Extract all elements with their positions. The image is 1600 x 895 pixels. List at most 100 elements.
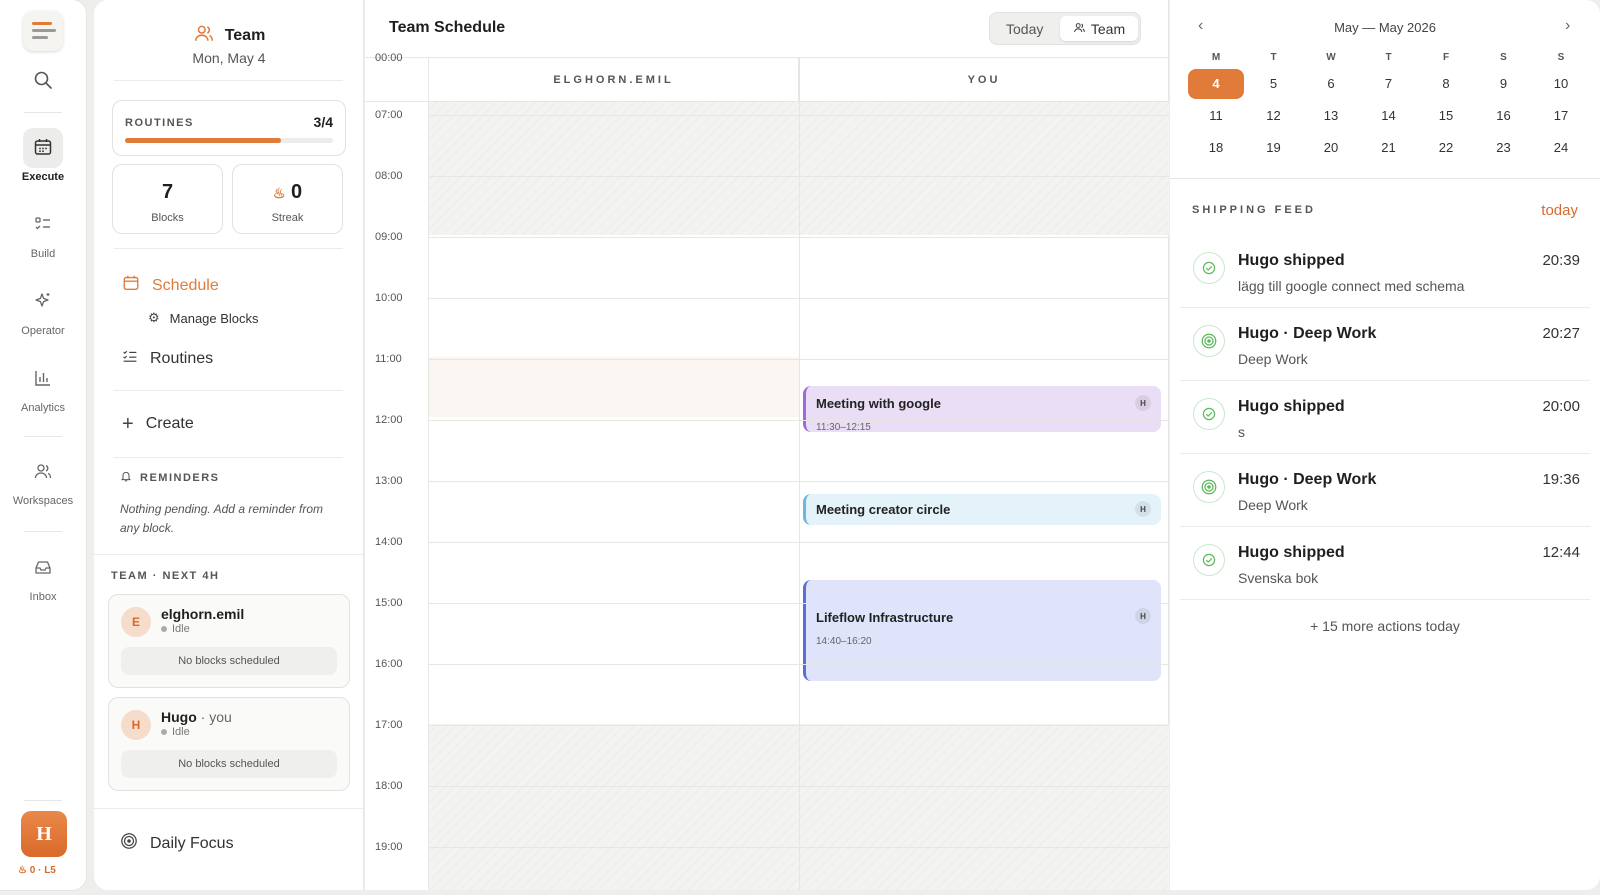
feed-subtitle: lägg till google connect med schema bbox=[1238, 278, 1465, 294]
blocks-card[interactable]: 7 Blocks bbox=[112, 164, 223, 234]
hour-label: 10:00 bbox=[375, 292, 403, 304]
feed-filter[interactable]: today bbox=[1541, 202, 1578, 219]
calendar-day[interactable]: 13 bbox=[1303, 101, 1359, 131]
user-avatar[interactable]: H bbox=[21, 811, 67, 857]
plus-icon: + bbox=[122, 413, 134, 435]
team-next-label: TEAM · NEXT 4H bbox=[111, 570, 220, 582]
routines-progress-fill bbox=[125, 138, 281, 143]
hour-label: 08:00 bbox=[375, 170, 403, 182]
calendar-day[interactable]: 18 bbox=[1188, 133, 1244, 163]
feed-item[interactable]: Hugo shipped Svenska bok 12:44 bbox=[1180, 528, 1590, 600]
feed-title: Hugo shipped bbox=[1238, 252, 1345, 269]
hour-line bbox=[429, 664, 1169, 665]
hour-line bbox=[429, 481, 1169, 482]
calendar-day[interactable]: 6 bbox=[1303, 69, 1359, 99]
feed-time: 20:39 bbox=[1542, 252, 1580, 269]
chevron-right-icon[interactable]: › bbox=[1565, 17, 1570, 35]
nav-schedule[interactable]: Schedule bbox=[122, 274, 219, 297]
member-status: Idle bbox=[161, 623, 190, 635]
nav-create-label: Create bbox=[145, 415, 194, 432]
event-title: Meeting with google bbox=[816, 396, 941, 411]
feed-more-link[interactable]: + 15 more actions today bbox=[1170, 618, 1600, 634]
nav-create[interactable]: + Create bbox=[122, 413, 194, 435]
rail-item-operator[interactable]: Operator bbox=[0, 282, 86, 337]
calendar-day[interactable]: 22 bbox=[1418, 133, 1474, 163]
weekday-label: T bbox=[1270, 52, 1277, 63]
calendar-day[interactable]: 4 bbox=[1188, 69, 1244, 99]
weekday-label: S bbox=[1557, 52, 1565, 63]
reminders-header: REMINDERS bbox=[120, 469, 220, 487]
feed-item[interactable]: Hugo shipped lägg till google connect med… bbox=[1180, 236, 1590, 308]
calendar-day[interactable]: 8 bbox=[1418, 69, 1474, 99]
hour-label: 17:00 bbox=[375, 719, 403, 731]
rail-item-analytics[interactable]: Analytics bbox=[0, 359, 86, 414]
event-block[interactable]: Meeting with google 11:30–12:15 H bbox=[803, 386, 1161, 433]
hour-label: 07:00 bbox=[375, 109, 403, 121]
routines-label: ROUTINES bbox=[125, 117, 194, 129]
search-icon[interactable] bbox=[33, 70, 53, 90]
rail-label: Build bbox=[30, 248, 56, 260]
flame-icon: ♨ bbox=[272, 185, 286, 201]
schedule-panel: Team Schedule Today Team 00:00 ELGHORN.E… bbox=[365, 0, 1169, 890]
calendar-day[interactable]: 10 bbox=[1533, 69, 1589, 99]
feed-title: Hugo shipped bbox=[1238, 398, 1345, 415]
hour-label: 09:00 bbox=[375, 231, 403, 243]
routines-card[interactable]: ROUTINES 3/4 bbox=[112, 100, 346, 156]
calendar-day[interactable]: 9 bbox=[1476, 69, 1532, 99]
member-name-text: Hugo bbox=[161, 709, 197, 725]
rail-item-build[interactable]: Build bbox=[0, 205, 86, 260]
rail-label: Operator bbox=[21, 325, 65, 337]
event-block[interactable]: Lifeflow Infrastructure 14:40–16:20 H bbox=[803, 580, 1161, 681]
team-member-card[interactable]: E elghorn.emil Idle No blocks scheduled bbox=[108, 594, 350, 688]
nav-manage-label: Manage Blocks bbox=[169, 310, 259, 326]
calendar-day[interactable]: 20 bbox=[1303, 133, 1359, 163]
team-icon bbox=[193, 22, 215, 49]
calendar-day[interactable]: 23 bbox=[1476, 133, 1532, 163]
time-gutter: 00:00 bbox=[365, 52, 429, 890]
user-status: ♨ 0 · L5 bbox=[18, 865, 56, 876]
hour-line bbox=[429, 847, 1169, 848]
member-blocks: No blocks scheduled bbox=[121, 750, 337, 778]
calendar-day[interactable]: 11 bbox=[1188, 101, 1244, 131]
streak-card[interactable]: ♨ 0 Streak bbox=[232, 164, 343, 234]
hour-line bbox=[429, 542, 1169, 543]
rail-item-execute[interactable]: Execute bbox=[0, 128, 86, 183]
calendar-day[interactable]: 12 bbox=[1246, 101, 1302, 131]
event-owner-badge: H bbox=[1135, 501, 1151, 517]
rail-item-workspaces[interactable]: Workspaces bbox=[0, 452, 86, 507]
column-header-you: YOU bbox=[967, 73, 1001, 86]
calendar-day[interactable]: 21 bbox=[1361, 133, 1417, 163]
nav-daily-focus[interactable]: Daily Focus bbox=[120, 832, 234, 855]
calendar-day[interactable]: 17 bbox=[1533, 101, 1589, 131]
hour-label: 18:00 bbox=[375, 780, 403, 792]
rail-label: Inbox bbox=[29, 591, 57, 603]
calendar-day[interactable]: 14 bbox=[1361, 101, 1417, 131]
calendar-day[interactable]: 5 bbox=[1246, 69, 1302, 99]
team-member-card[interactable]: H Hugo · you Idle No blocks scheduled bbox=[108, 697, 350, 791]
member-suffix: · you bbox=[196, 709, 232, 725]
hour-label: 13:00 bbox=[375, 475, 403, 487]
calendar-day[interactable]: 19 bbox=[1246, 133, 1302, 163]
nav-routines[interactable]: Routines bbox=[122, 348, 213, 369]
member-name-text: elghorn.emil bbox=[161, 606, 245, 622]
rail-item-inbox[interactable]: Inbox bbox=[0, 548, 86, 603]
calendar-day[interactable]: 15 bbox=[1418, 101, 1474, 131]
member-avatar: H bbox=[121, 710, 151, 740]
feed-item[interactable]: Hugo shipped s 20:00 bbox=[1180, 382, 1590, 454]
bar-chart-icon bbox=[33, 368, 53, 391]
app-logo[interactable] bbox=[23, 11, 63, 51]
calendar-day[interactable]: 7 bbox=[1361, 69, 1417, 99]
calendar-day[interactable]: 16 bbox=[1476, 101, 1532, 131]
streak-label: Streak bbox=[271, 212, 304, 224]
weekday-label: S bbox=[1500, 52, 1507, 63]
event-block[interactable]: Meeting creator circle H bbox=[803, 494, 1161, 525]
team-button[interactable]: Team bbox=[1060, 16, 1138, 41]
calendar-day[interactable]: 24 bbox=[1533, 133, 1589, 163]
feed-item[interactable]: Hugo · Deep Work Deep Work 20:27 bbox=[1180, 309, 1590, 381]
member-blocks: No blocks scheduled bbox=[121, 647, 337, 675]
rail-label: Execute bbox=[21, 171, 65, 183]
today-button[interactable]: Today bbox=[1006, 21, 1043, 37]
nav-manage-blocks[interactable]: ⚙ Manage Blocks bbox=[148, 310, 259, 326]
feed-item[interactable]: Hugo · Deep Work Deep Work 19:36 bbox=[1180, 455, 1590, 527]
nav-daily-focus-label: Daily Focus bbox=[150, 834, 234, 852]
